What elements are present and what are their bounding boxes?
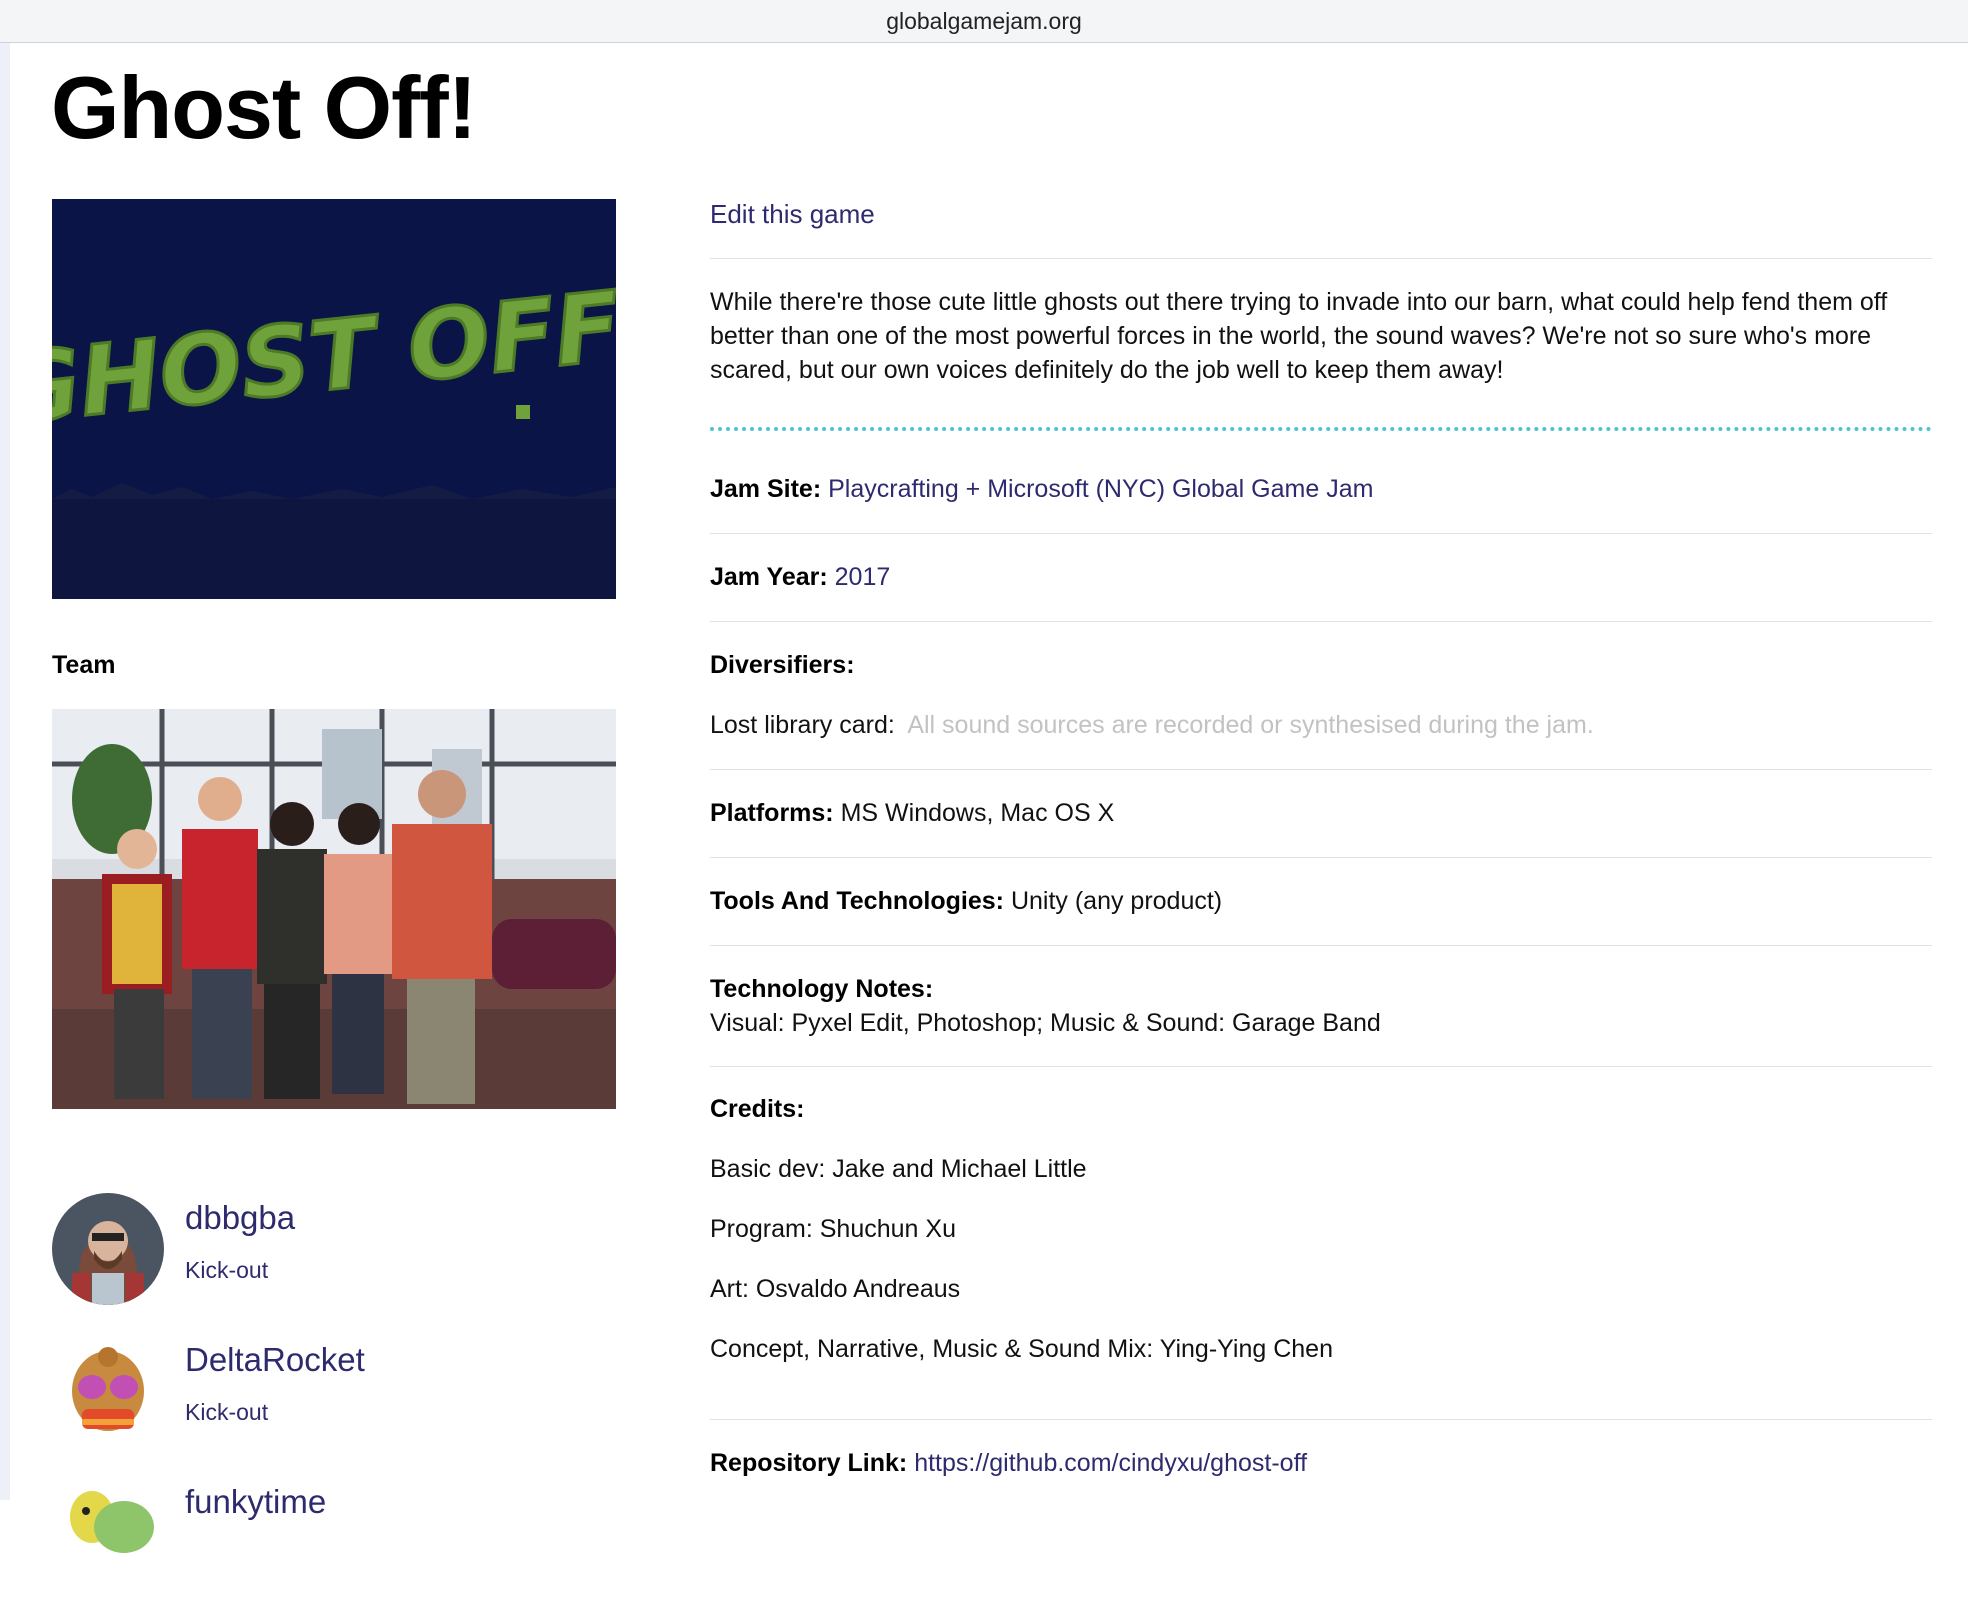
jam-site-row: Jam Site: Playcrafting + Microsoft (NYC)… <box>710 475 1373 504</box>
diversifier-description: All sound sources are recorded or synthe… <box>907 711 1594 739</box>
team-photo <box>52 709 616 1109</box>
jam-site-label: Jam Site: <box>710 475 822 503</box>
credits-label: Credits: <box>710 1095 805 1123</box>
divider <box>710 621 1932 622</box>
browser-address-bar[interactable]: globalgamejam.org <box>0 0 1968 43</box>
divider <box>710 857 1932 858</box>
team-heading: Team <box>52 651 116 679</box>
platforms-value: MS Windows, Mac OS X <box>840 799 1115 827</box>
repository-link[interactable]: https://github.com/cindyxu/ghost-off <box>914 1449 1307 1477</box>
game-description: While there're those cute little ghosts … <box>710 288 1888 384</box>
page-content: Ghost Off! GHOST OFF! Team dbbgba Kick-o… <box>10 43 1968 1589</box>
diversifiers-label: Diversifiers: <box>710 651 855 679</box>
member-role[interactable]: Kick-out <box>185 1399 268 1426</box>
member-name[interactable]: DeltaRocket <box>185 1341 365 1379</box>
left-edge-strip <box>0 0 10 1500</box>
team-member: dbbgba Kick-out <box>52 1193 612 1313</box>
diversifier-name: Lost library card: <box>710 711 895 739</box>
edit-game-link[interactable]: Edit this game <box>710 199 875 230</box>
diversifiers-row: Diversifiers: <box>710 651 855 680</box>
member-avatar-image <box>52 1335 164 1447</box>
platforms-row: Platforms: MS Windows, Mac OS X <box>710 799 1114 828</box>
credit-line: Program: Shuchun Xu <box>710 1215 956 1243</box>
technology-notes-value: Visual: Pyxel Edit, Photoshop; Music & S… <box>710 1009 1381 1038</box>
page-title: Ghost Off! <box>51 58 477 157</box>
avatar[interactable] <box>52 1335 164 1447</box>
jam-year-row: Jam Year: 2017 <box>710 563 890 592</box>
team-member: DeltaRocket Kick-out <box>52 1335 612 1455</box>
platforms-label: Platforms: <box>710 799 834 827</box>
divider <box>710 258 1932 259</box>
member-role[interactable]: Kick-out <box>185 1257 268 1284</box>
credit-line: Basic dev: Jake and Michael Little <box>710 1155 1087 1183</box>
divider <box>710 1066 1932 1067</box>
divider <box>710 769 1932 770</box>
jam-site-link[interactable]: Playcrafting + Microsoft (NYC) Global Ga… <box>828 475 1373 503</box>
cover-art-graphic: GHOST OFF! <box>52 199 616 599</box>
tech-notes-label: Technology Notes: <box>710 975 934 1003</box>
jam-year-label: Jam Year: <box>710 563 828 591</box>
url-text: globalgamejam.org <box>886 7 1082 34</box>
game-cover-image: GHOST OFF! <box>52 199 616 599</box>
jam-year-link[interactable]: 2017 <box>835 563 891 591</box>
credit-line: Art: Osvaldo Andreaus <box>710 1275 961 1303</box>
credits-heading: Credits: <box>710 1095 804 1124</box>
member-avatar-image <box>52 1477 164 1589</box>
avatar[interactable] <box>52 1477 164 1589</box>
divider <box>710 1419 1932 1420</box>
credit-line: Concept, Narrative, Music & Sound Mix: Y… <box>710 1335 1333 1363</box>
team-photo-graphic <box>52 709 616 1109</box>
tools-label: Tools And Technologies: <box>710 887 1004 915</box>
tools-value: Unity (any product) <box>1010 887 1223 915</box>
dotted-divider <box>710 427 1932 431</box>
member-name[interactable]: funkytime <box>185 1483 326 1521</box>
repository-row: Repository Link: https://github.com/cind… <box>710 1449 1307 1478</box>
diversifier-item: Lost library card: All sound sources are… <box>710 711 1594 740</box>
repository-label: Repository Link: <box>710 1449 908 1477</box>
member-name[interactable]: dbbgba <box>185 1199 295 1237</box>
technology-notes-heading: Technology Notes: <box>710 975 933 1004</box>
divider <box>710 533 1932 534</box>
team-member: funkytime <box>52 1477 612 1597</box>
tech-notes-value: Visual: Pyxel Edit, Photoshop; Music & S… <box>710 1009 1381 1037</box>
tools-row: Tools And Technologies: Unity (any produ… <box>710 887 1222 916</box>
member-avatar-image <box>52 1193 164 1305</box>
divider <box>710 945 1932 946</box>
avatar[interactable] <box>52 1193 164 1305</box>
